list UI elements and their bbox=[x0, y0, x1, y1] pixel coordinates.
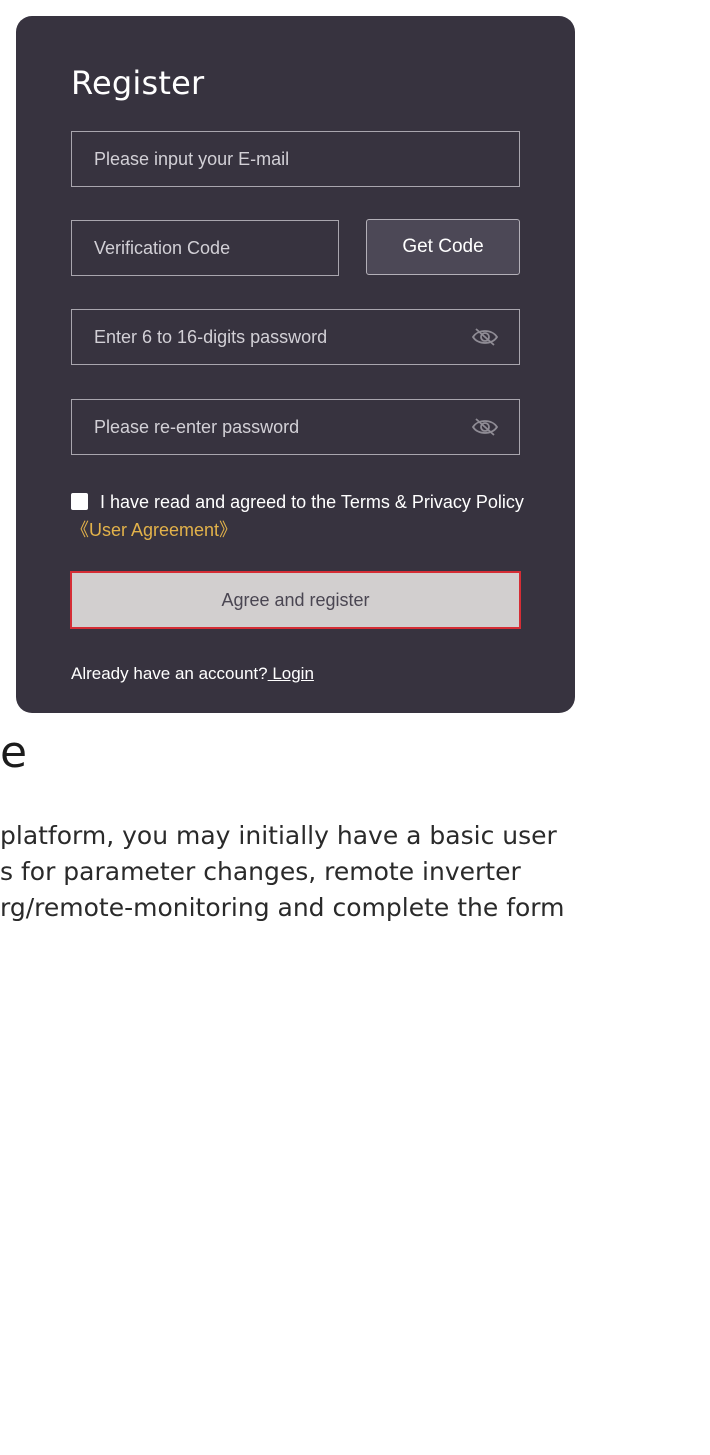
eye-slash-icon[interactable] bbox=[471, 326, 499, 348]
register-title: Register bbox=[71, 64, 205, 102]
password-field[interactable] bbox=[71, 309, 520, 365]
register-card: Register Get Code I have read and agreed… bbox=[16, 16, 575, 713]
verification-code-input[interactable] bbox=[72, 221, 338, 275]
terms-text: I have read and agreed to the Terms & Pr… bbox=[100, 492, 524, 512]
article-paragraph: platform, you may initially have a basic… bbox=[0, 818, 700, 926]
login-link[interactable]: Login bbox=[268, 664, 314, 683]
verification-code-field[interactable] bbox=[71, 220, 339, 276]
user-agreement-link[interactable]: 《User Agreement》 bbox=[71, 520, 237, 540]
confirm-password-field[interactable] bbox=[71, 399, 520, 455]
paragraph-line: s for parameter changes, remote inverter bbox=[0, 857, 521, 886]
eye-slash-icon[interactable] bbox=[471, 416, 499, 438]
agree-register-button[interactable]: Agree and register bbox=[70, 571, 521, 629]
password-input[interactable] bbox=[72, 310, 519, 364]
get-code-button[interactable]: Get Code bbox=[366, 219, 520, 275]
section-heading: e bbox=[0, 727, 28, 778]
paragraph-line: platform, you may initially have a basic… bbox=[0, 821, 557, 850]
terms-agreement: I have read and agreed to the Terms & Pr… bbox=[71, 488, 531, 544]
already-account-text: Already have an account? bbox=[71, 664, 268, 683]
paragraph-line: rg/remote-monitoring and complete the fo… bbox=[0, 893, 565, 922]
confirm-password-input[interactable] bbox=[72, 400, 519, 454]
login-prompt: Already have an account? Login bbox=[71, 664, 314, 684]
email-input[interactable] bbox=[72, 132, 519, 186]
terms-checkbox[interactable] bbox=[71, 493, 88, 510]
email-field[interactable] bbox=[71, 131, 520, 187]
